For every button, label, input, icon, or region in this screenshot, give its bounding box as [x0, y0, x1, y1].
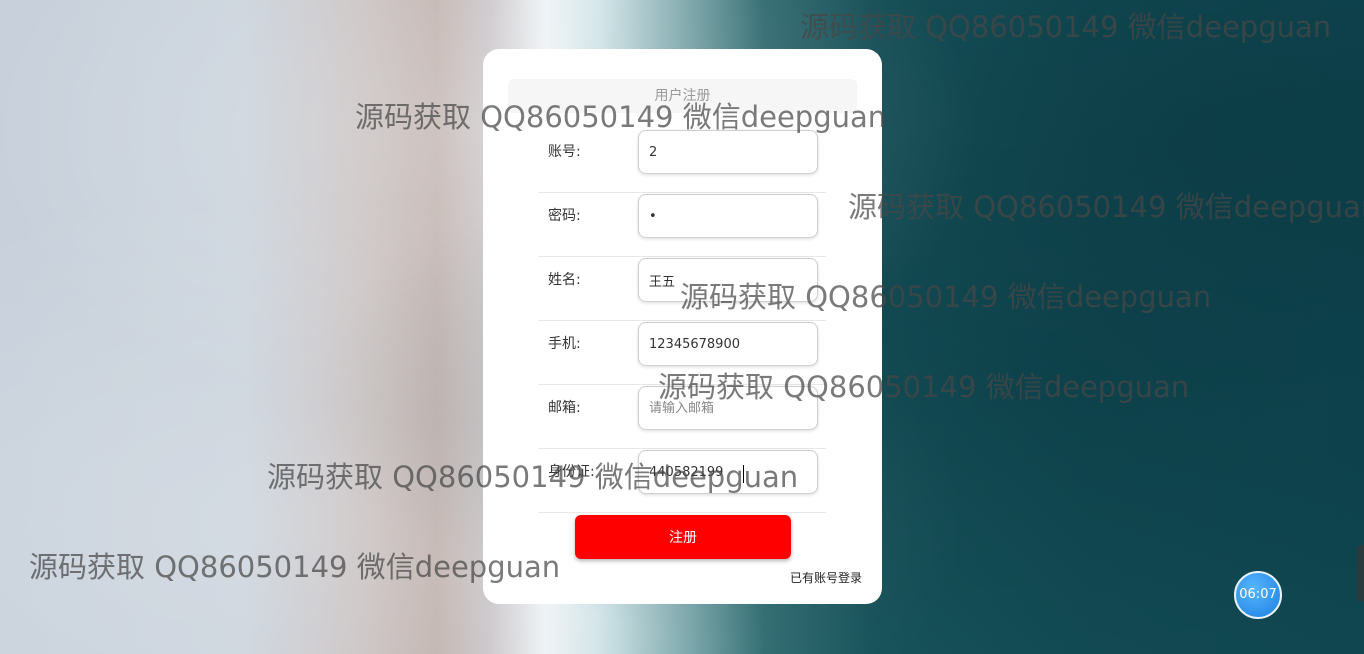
email-input[interactable]: [638, 386, 818, 430]
account-label: 账号:: [548, 144, 581, 160]
id-card-input[interactable]: [638, 450, 818, 494]
watermark: 源码获取 QQ86050149 微信deepguan: [800, 10, 1332, 44]
phone-input[interactable]: [638, 322, 818, 366]
id-card-label: 身份证:: [548, 464, 595, 480]
name-label: 姓名:: [548, 272, 581, 288]
form-title: 用户注册: [508, 79, 857, 113]
side-widget-handle[interactable]: [1357, 545, 1364, 601]
password-label: 密码:: [548, 208, 581, 224]
form-row-password: 密码:: [538, 192, 826, 257]
register-card: 用户注册 账号: 密码: 姓名: 手机: 邮箱: 身份证: 注册 已有账号登录: [483, 49, 882, 604]
name-input[interactable]: [638, 258, 818, 302]
form-row-phone: 手机:: [538, 320, 826, 385]
register-button[interactable]: 注册: [575, 515, 791, 559]
form-row-account: 账号:: [538, 128, 826, 193]
password-input[interactable]: [638, 194, 818, 238]
watermark: 源码获取 QQ86050149 微信deepguan: [29, 550, 561, 584]
login-link[interactable]: 已有账号登录: [790, 569, 862, 586]
form-row-name: 姓名:: [538, 256, 826, 321]
form-row-email: 邮箱:: [538, 384, 826, 449]
text-cursor: [743, 465, 746, 483]
form-row-id-card: 身份证:: [538, 448, 826, 513]
watermark: 源码获取 QQ86050149 微信deepguan: [848, 190, 1364, 224]
clock-widget[interactable]: 06:07: [1234, 571, 1282, 619]
phone-label: 手机:: [548, 336, 581, 352]
email-label: 邮箱:: [548, 400, 581, 416]
account-input[interactable]: [638, 130, 818, 174]
